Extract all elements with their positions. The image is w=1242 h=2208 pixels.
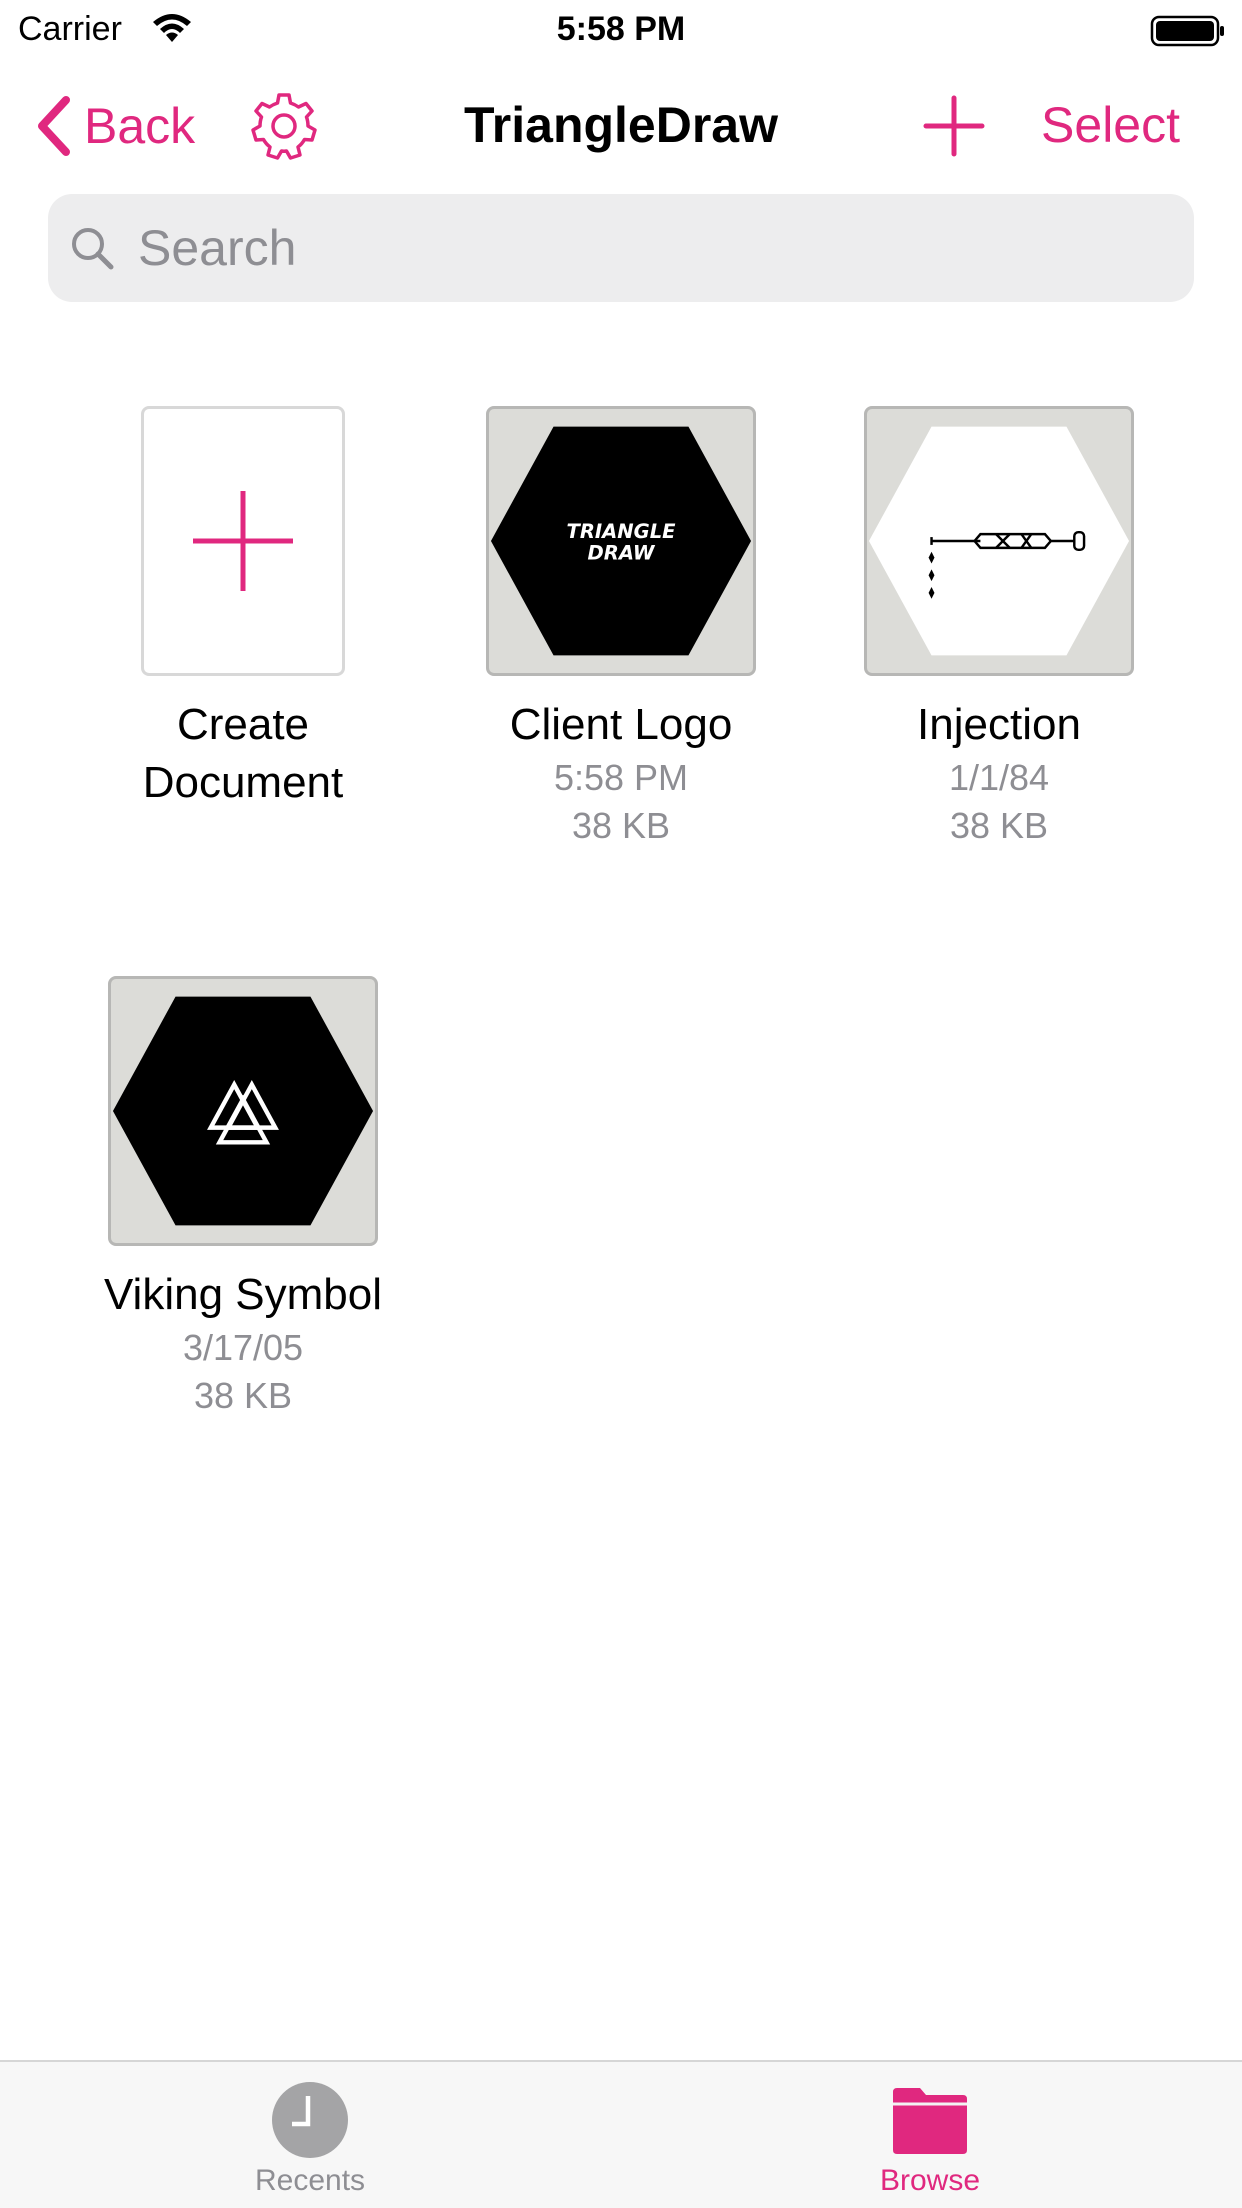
status-bar: Carrier 5:58 PM [0, 0, 1242, 62]
document-item-client-logo[interactable]: TRIANGLE DRAW Client Logo 5:58 PM 38 KB [432, 394, 810, 850]
tab-recents[interactable]: Recents [160, 2080, 460, 2198]
back-label: Back [84, 98, 196, 154]
plus-icon [193, 491, 293, 591]
document-size: 38 KB [571, 805, 671, 846]
search-icon [72, 228, 114, 270]
document-thumbnail[interactable] [864, 406, 1134, 676]
chevron-left-icon [38, 96, 70, 156]
document-size: 38 KB [193, 1375, 293, 1416]
tab-bar: Recents Browse [0, 2060, 1242, 2208]
select-button[interactable]: Select [1041, 96, 1180, 154]
syringe-thumbnail-image [868, 426, 1130, 656]
document-thumbnail[interactable] [108, 976, 378, 1246]
document-thumbnail[interactable]: TRIANGLE DRAW [486, 406, 756, 676]
navigation-bar: Back TriangleDraw Select [0, 80, 1242, 170]
tab-label: Browse [879, 2164, 981, 2197]
add-icon[interactable] [920, 92, 988, 160]
search-input[interactable] [138, 219, 1138, 277]
gear-icon[interactable] [248, 90, 320, 162]
create-document-tile[interactable] [141, 406, 345, 676]
document-name: Client Logo [509, 700, 733, 749]
document-date: 5:58 PM [553, 757, 689, 798]
hexagon-thumbnail-image: TRIANGLE DRAW [490, 426, 752, 656]
clock-icon [272, 2082, 348, 2158]
document-date: 3/17/05 [182, 1327, 304, 1368]
folder-icon [893, 2088, 967, 2154]
document-item-viking-symbol[interactable]: Viking Symbol 3/17/05 38 KB [54, 964, 432, 1420]
thumbnail-text-2: DRAW [588, 542, 656, 565]
document-name: Viking Symbol [104, 1270, 382, 1319]
document-size: 38 KB [949, 805, 1049, 846]
tab-label: Recents [254, 2164, 366, 2197]
status-time: 5:58 PM [556, 10, 686, 48]
document-name: Injection [917, 700, 1081, 749]
create-document-item[interactable]: Create Document [54, 394, 432, 812]
search-field[interactable] [48, 194, 1194, 302]
tab-browse[interactable]: Browse [780, 2080, 1080, 2198]
document-date: 1/1/84 [948, 757, 1050, 798]
valknut-thumbnail-image [112, 996, 374, 1226]
thumbnail-text-1: TRIANGLE [567, 520, 677, 543]
create-document-label: Create Document [142, 700, 344, 807]
battery-icon [1150, 15, 1224, 47]
document-item-injection[interactable]: Injection 1/1/84 38 KB [810, 394, 1188, 850]
back-button[interactable]: Back [34, 94, 195, 158]
